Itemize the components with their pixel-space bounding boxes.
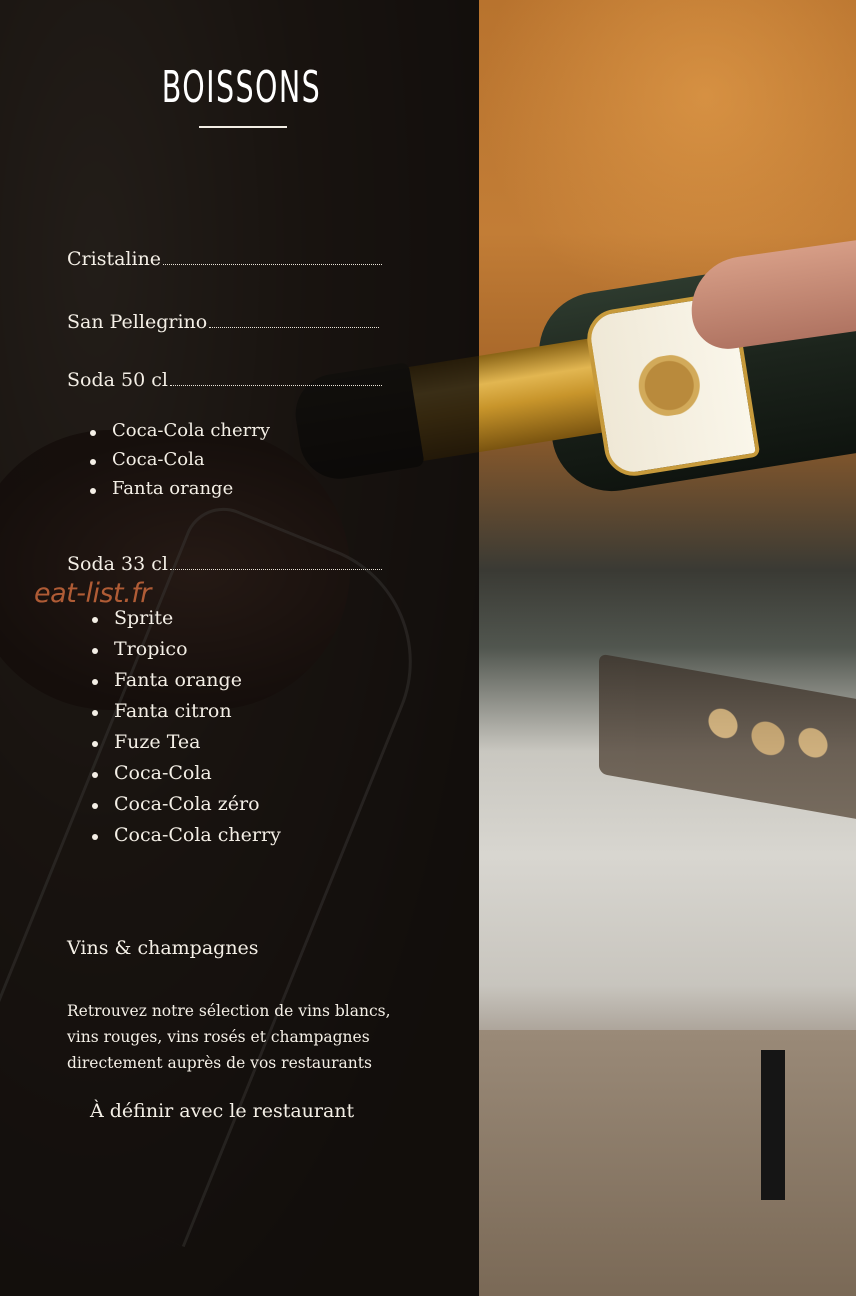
wines-note: À définir avec le restaurant <box>90 1100 355 1122</box>
soda-33cl-options: Sprite Tropico Fanta orange Fanta citron… <box>90 604 281 852</box>
wines-description: Retrouvez notre sélection de vins blancs… <box>67 1002 391 1072</box>
list-item: Fanta citron <box>90 697 281 728</box>
page-title: BOISSONS <box>161 62 322 113</box>
menu-item-soda-50cl: Soda 50 cl <box>67 369 382 391</box>
wines-section-title: Vins & champagnes <box>67 937 259 959</box>
menu-item-cristaline: Cristaline <box>67 248 382 270</box>
menu-item-name: Soda 33 cl <box>67 553 168 575</box>
list-item: Coca-Cola cherry <box>88 418 270 447</box>
list-item: Fanta orange <box>90 666 281 697</box>
dotted-leader <box>169 568 382 570</box>
list-item: Coca-Cola <box>90 759 281 790</box>
menu-item-name: Soda 50 cl <box>67 369 168 391</box>
menu-item-san-pellegrino: San Pellegrino <box>67 311 379 333</box>
menu-item-name: San Pellegrino <box>67 311 208 333</box>
dotted-leader <box>169 384 382 386</box>
list-item: Coca-Cola cherry <box>90 821 281 852</box>
list-item: Fanta orange <box>88 476 270 505</box>
list-item: Coca-Cola zéro <box>90 790 281 821</box>
list-item: Fuze Tea <box>90 728 281 759</box>
list-item: Coca-Cola <box>88 447 270 476</box>
dotted-leader <box>163 263 382 265</box>
menu-item-soda-33cl: Soda 33 cl <box>67 553 382 575</box>
title-underline <box>199 126 287 128</box>
photo-right-area <box>479 0 856 1296</box>
appetizer-tray <box>599 653 856 827</box>
menu-item-name: Cristaline <box>67 248 162 270</box>
soda-50cl-options: Coca-Cola cherry Coca-Cola Fanta orange <box>88 418 270 505</box>
dotted-leader <box>209 326 379 328</box>
drinks-menu: BOISSONS Cristaline San Pellegrino Soda … <box>0 0 479 1296</box>
list-item: Sprite <box>90 604 281 635</box>
list-item: Tropico <box>90 635 281 666</box>
